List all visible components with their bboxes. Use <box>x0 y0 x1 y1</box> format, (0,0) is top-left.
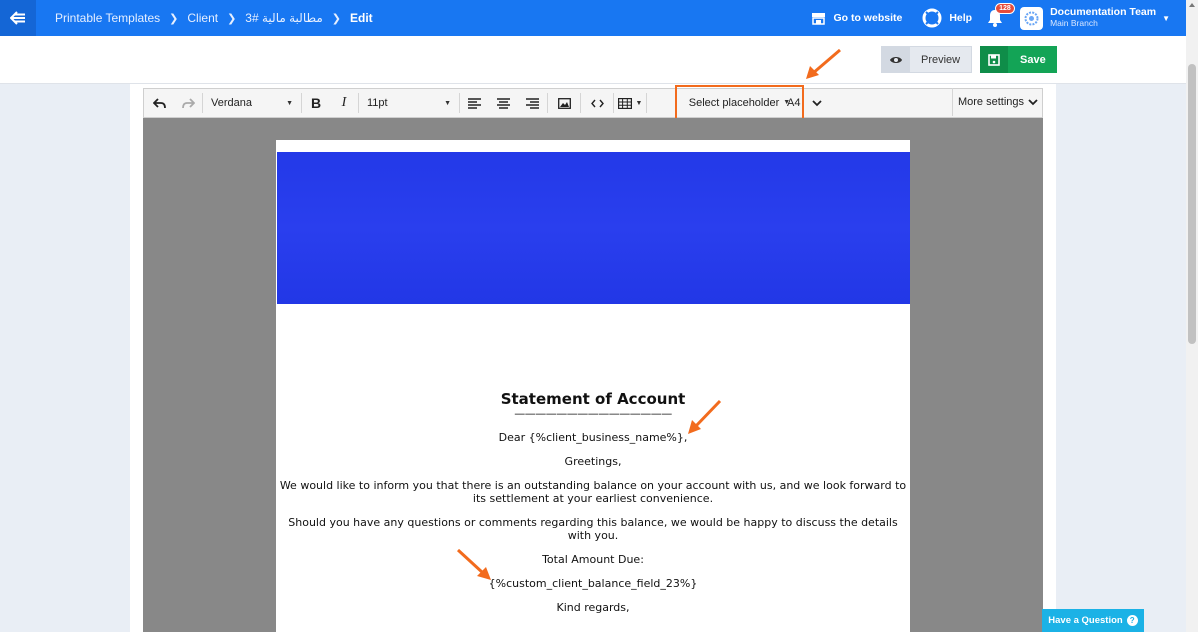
questions-paragraph: Should you have any questions or comment… <box>288 516 898 542</box>
account-avatar <box>1020 6 1044 30</box>
caret-down-icon: ▼ <box>286 99 293 107</box>
font-size-value: 11pt <box>367 97 388 109</box>
account-text: Documentation Team Main Branch <box>1050 7 1156 29</box>
bold-button[interactable]: B <box>302 89 330 117</box>
italic-button[interactable]: I <box>330 89 358 117</box>
storefront-icon <box>812 12 826 25</box>
page-scrollbar[interactable] <box>1186 0 1198 632</box>
chevron-right-icon: ❯ <box>227 12 237 25</box>
undo-button[interactable] <box>144 89 174 117</box>
eye-icon <box>882 47 910 72</box>
balance-placeholder: {%custom_client_balance_field_23%} <box>488 577 698 590</box>
back-button[interactable] <box>0 0 36 36</box>
chevron-down-icon <box>1028 98 1038 105</box>
gear-badge-icon <box>1024 11 1039 25</box>
notifications-button[interactable]: 128 <box>986 3 1015 28</box>
code-icon <box>590 99 604 107</box>
undo-icon <box>152 97 166 108</box>
more-settings-label: More settings <box>957 96 1025 108</box>
annotation-arrow-icon <box>456 548 491 580</box>
redo-icon <box>181 97 195 108</box>
align-center-button[interactable] <box>489 89 518 117</box>
font-family-value: Verdana <box>211 97 252 109</box>
help-link[interactable]: Help <box>922 8 972 28</box>
caret-down-icon: ▼ <box>444 99 451 107</box>
chevron-right-icon: ❯ <box>331 12 341 25</box>
breadcrumb-client[interactable]: Client <box>187 11 218 25</box>
total-amount-label: Total Amount Due: <box>542 553 644 566</box>
lifebuoy-icon <box>922 8 942 28</box>
chevron-down-icon <box>812 99 823 106</box>
scroll-up-arrow-icon[interactable] <box>1189 3 1195 7</box>
closing-line: Kind regards, <box>556 601 630 614</box>
source-code-button[interactable] <box>581 89 613 117</box>
breadcrumb: Printable Templates ❯ Client ❯ مطالبة ما… <box>55 11 373 25</box>
insert-image-button[interactable] <box>548 89 580 117</box>
notifications-count-badge: 128 <box>995 3 1015 14</box>
scrollbar-thumb[interactable] <box>1188 64 1196 344</box>
have-a-question-button[interactable]: Have a Question ? <box>1042 609 1144 632</box>
table-icon <box>617 97 632 109</box>
go-to-website-label: Go to website <box>833 12 903 24</box>
image-icon <box>557 97 571 109</box>
caret-down-icon: ▼ <box>635 99 643 107</box>
document-body[interactable]: Statement of Account ——————————————— Dea… <box>276 390 910 614</box>
question-mark-icon: ? <box>1126 615 1138 626</box>
outstanding-balance-paragraph: We would like to inform you that there i… <box>279 479 907 505</box>
chevron-right-icon: ❯ <box>169 12 179 25</box>
align-center-icon <box>497 97 510 109</box>
redo-button[interactable] <box>174 89 202 117</box>
action-bar: Preview Save <box>0 36 1186 84</box>
breadcrumb-printable-templates[interactable]: Printable Templates <box>55 11 160 25</box>
title-underline: ——————————————— <box>514 407 672 420</box>
breadcrumb-current-page: Edit <box>349 11 373 25</box>
breadcrumb-template-name[interactable]: مطالبة مالية #3 <box>245 11 322 25</box>
top-right-links: Go to website Help 128 Documentation Tea… <box>791 0 1170 36</box>
align-right-button[interactable] <box>518 89 547 117</box>
italic-icon: I <box>341 95 347 110</box>
account-name: Documentation Team <box>1050 6 1157 18</box>
save-button[interactable]: Save <box>980 46 1057 73</box>
document-page[interactable]: Statement of Account ——————————————— Dea… <box>276 140 910 632</box>
header-banner-image <box>277 152 910 304</box>
salutation-line: Greetings, <box>564 455 622 468</box>
account-menu[interactable]: Documentation Team Main Branch ▼ <box>1020 6 1170 30</box>
save-label: Save <box>1020 53 1046 66</box>
caret-down-icon: ▼ <box>1162 13 1170 23</box>
go-to-website-link[interactable]: Go to website <box>811 12 902 25</box>
document-title: Statement of Account <box>500 390 686 408</box>
align-left-icon <box>468 97 481 109</box>
floppy-disk-icon <box>980 46 1008 73</box>
select-placeholder-label: Select placeholder <box>688 96 780 109</box>
greeting-line: Dear {%client_business_name%}, <box>498 431 688 444</box>
account-branch: Main Branch <box>1050 18 1098 28</box>
toolbar-divider <box>646 93 647 113</box>
caret-down-icon: ▼ <box>783 99 791 106</box>
annotation-arrow-icon <box>806 48 841 79</box>
arrow-left-icon <box>10 11 25 25</box>
align-left-button[interactable] <box>460 89 489 117</box>
more-settings-dropdown[interactable]: More settings <box>952 88 1043 116</box>
editor-toolbar: Verdana ▼ B I 11pt ▼ ▼ A4 <box>143 88 1043 118</box>
bold-icon: B <box>310 95 322 111</box>
align-right-icon <box>526 97 539 109</box>
insert-table-button[interactable]: ▼ <box>614 89 646 117</box>
preview-label: Preview <box>921 53 961 66</box>
annotation-arrow-icon <box>688 399 722 434</box>
help-label: Help <box>949 12 973 24</box>
font-size-select[interactable]: 11pt ▼ <box>359 89 459 117</box>
have-a-question-label: Have a Question <box>1048 615 1123 626</box>
select-placeholder-dropdown[interactable]: Select placeholder ▼ <box>675 85 804 120</box>
font-family-select[interactable]: Verdana ▼ <box>203 89 301 117</box>
top-navigation-bar: Printable Templates ❯ Client ❯ مطالبة ما… <box>0 0 1186 36</box>
preview-button[interactable]: Preview <box>881 46 972 73</box>
